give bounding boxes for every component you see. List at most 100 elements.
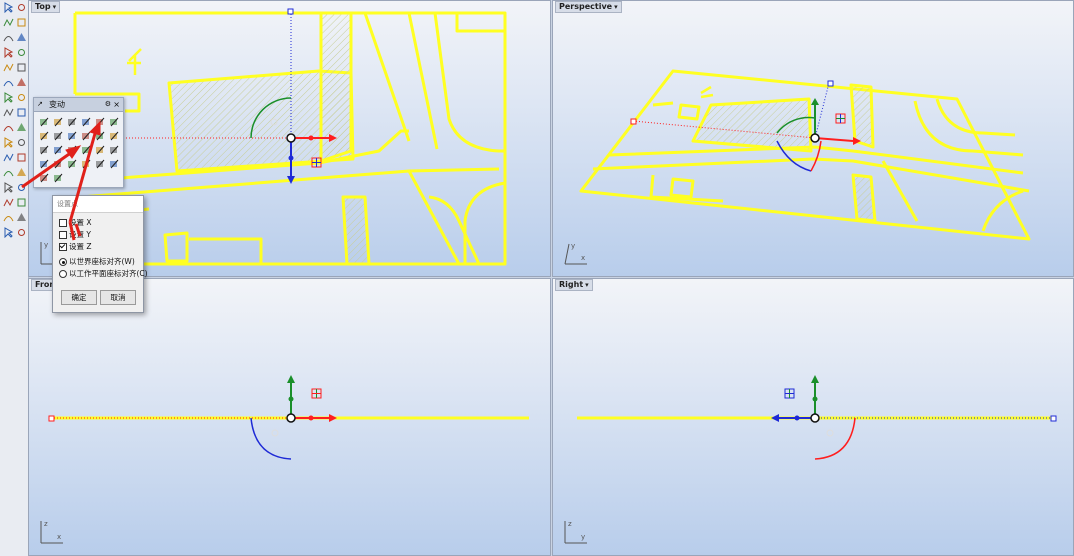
viewport-front[interactable]: Front▾ x z <box>28 278 551 556</box>
radio-icon[interactable] <box>59 258 67 266</box>
sphere-icon[interactable] <box>15 91 28 104</box>
axis-indicator-perspective: x y <box>561 238 591 268</box>
viewport-label-perspective[interactable]: Perspective ▾ <box>555 1 622 13</box>
smooth-icon[interactable] <box>80 144 92 156</box>
hide-icon[interactable] <box>15 196 28 209</box>
cancel-button[interactable]: 取消 <box>100 290 136 305</box>
panel-title: 变动 <box>49 100 65 109</box>
move-icon[interactable] <box>2 121 15 134</box>
point-icon[interactable] <box>15 1 28 14</box>
set-z-checkbox[interactable]: 设置 Z <box>59 242 92 252</box>
join-icon[interactable] <box>2 181 15 194</box>
polar-array-icon[interactable] <box>38 144 50 156</box>
ok-button[interactable]: 确定 <box>61 290 97 305</box>
split-icon[interactable] <box>15 166 28 179</box>
scale-icon[interactable] <box>94 116 106 128</box>
flatten-icon[interactable] <box>108 158 120 170</box>
bend-icon[interactable] <box>66 130 78 142</box>
polyline-icon[interactable] <box>2 16 15 29</box>
boolean-icon[interactable] <box>2 106 15 119</box>
rhino-window: Top ▾ y Perspective ▾ x y Front x z Righ… <box>0 0 1074 556</box>
gumball-center[interactable] <box>286 133 296 143</box>
array-icon[interactable] <box>66 116 78 128</box>
extrude-icon[interactable] <box>2 76 15 89</box>
set-y-checkbox[interactable]: 设置 Y <box>59 230 91 240</box>
set-points-dialog: 设置点 设置 X 设置 Y 设置 Z 以世界座标对齐(W) 以工作平面座标对齐(… <box>52 195 148 313</box>
select-icon[interactable] <box>2 1 15 14</box>
fillet-icon[interactable] <box>15 106 28 119</box>
pin-icon[interactable]: ↗ <box>37 98 43 111</box>
scale-icon[interactable] <box>15 136 28 149</box>
dropdown-arrow-icon[interactable]: ▾ <box>614 3 618 11</box>
text-icon[interactable] <box>15 61 28 74</box>
svg-text:z: z <box>568 520 572 528</box>
arc-icon[interactable] <box>2 46 15 59</box>
svg-text:z: z <box>44 520 48 528</box>
mirror-icon[interactable] <box>2 151 15 164</box>
grid-array-icon[interactable] <box>38 158 50 170</box>
lock-icon[interactable] <box>2 211 15 224</box>
text-move-icon[interactable] <box>52 116 64 128</box>
render-icon[interactable] <box>15 226 28 239</box>
perspective-view-drawing <box>579 69 1031 241</box>
move-icon[interactable] <box>38 116 50 128</box>
right-view-drawing <box>577 375 1057 460</box>
rotate-icon[interactable] <box>2 136 15 149</box>
curve-icon[interactable] <box>15 16 28 29</box>
viewport-label-right[interactable]: Right ▾ <box>555 279 593 291</box>
close-icon[interactable]: × <box>113 98 120 111</box>
align-icon[interactable] <box>94 130 106 142</box>
surface-icon[interactable] <box>15 76 28 89</box>
dropdown-arrow-icon[interactable]: ▾ <box>53 3 57 11</box>
twist-icon[interactable] <box>52 130 64 142</box>
rotate-icon[interactable] <box>80 116 92 128</box>
checkbox-icon[interactable] <box>59 243 67 251</box>
viewport-right[interactable]: Right ▾ y z <box>552 278 1074 556</box>
orient-icon[interactable] <box>80 130 92 142</box>
site-boundary-perspective[interactable] <box>579 69 1031 241</box>
transform-toolbar-panel: ↗ 变动 ⚙ × <box>33 97 124 188</box>
viewport-label-top[interactable]: Top ▾ <box>31 1 61 13</box>
rotate-3d-icon[interactable] <box>66 158 78 170</box>
copy-icon[interactable] <box>15 121 28 134</box>
front-view-drawing <box>48 375 529 460</box>
left-toolbar <box>0 0 29 556</box>
stretch-icon[interactable] <box>94 144 106 156</box>
project-icon[interactable] <box>52 158 64 170</box>
layer-icon[interactable] <box>15 211 28 224</box>
mirror-icon[interactable] <box>108 116 120 128</box>
rectangle-icon[interactable] <box>15 46 28 59</box>
radio-icon[interactable] <box>59 270 67 278</box>
move-arrow-icon[interactable] <box>52 172 64 184</box>
circle-icon[interactable] <box>2 31 15 44</box>
copy-icon[interactable] <box>108 130 120 142</box>
explode-icon[interactable] <box>15 181 28 194</box>
viewport-perspective[interactable]: Perspective ▾ x y <box>552 0 1074 277</box>
solid-icon[interactable] <box>2 91 15 104</box>
dropdown-arrow-icon[interactable]: ▾ <box>585 281 589 289</box>
set-x-checkbox[interactable]: 设置 X <box>59 218 92 228</box>
svg-text:x: x <box>581 254 585 262</box>
trim-icon[interactable] <box>2 166 15 179</box>
checkbox-icon[interactable] <box>59 219 67 227</box>
splop-icon[interactable] <box>94 158 106 170</box>
align-world-radio[interactable]: 以世界座标对齐(W) <box>59 257 135 267</box>
checkbox-icon[interactable] <box>59 231 67 239</box>
gear-icon[interactable]: ⚙ <box>105 98 111 111</box>
group-icon[interactable] <box>2 196 15 209</box>
ellipse-icon[interactable] <box>15 31 28 44</box>
polygon-icon[interactable] <box>2 61 15 74</box>
snap-icon[interactable] <box>38 172 50 184</box>
panel-header[interactable]: ↗ 变动 ⚙ × <box>34 98 123 112</box>
cage-icon[interactable] <box>52 144 64 156</box>
dimension-icon[interactable] <box>2 226 15 239</box>
svg-text:x: x <box>57 533 61 541</box>
taper-icon[interactable] <box>108 144 120 156</box>
flow-icon[interactable] <box>38 130 50 142</box>
svg-text:y: y <box>581 533 585 541</box>
shear-icon[interactable] <box>80 158 92 170</box>
align-cplane-radio[interactable]: 以工作平面座标对齐(C) <box>59 269 148 279</box>
axis-indicator-front: x z <box>37 517 67 547</box>
array-icon[interactable] <box>15 151 28 164</box>
set-points-icon[interactable] <box>66 144 78 156</box>
